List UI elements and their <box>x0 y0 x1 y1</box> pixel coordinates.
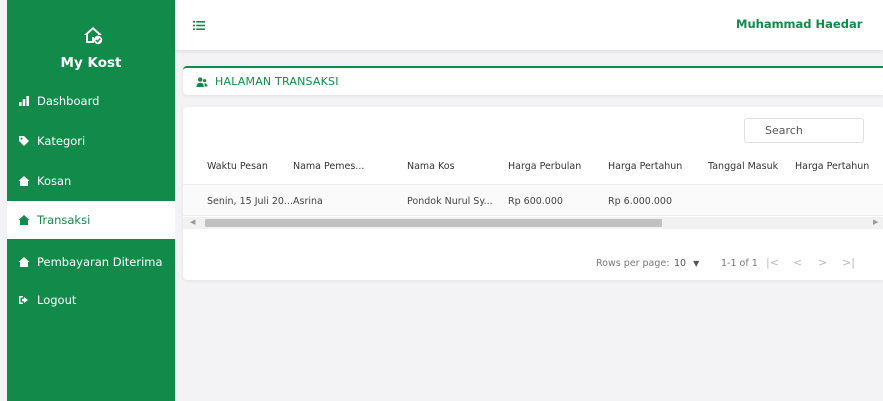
column-header-waktu-pesan[interactable]: Waktu Pesan <box>207 161 268 172</box>
pagination-range: 1-1 of 1 <box>721 258 758 269</box>
column-header-tanggal-masuk[interactable]: Tanggal Masuk <box>708 161 778 172</box>
table-cell: Pondok Nurul Sy... <box>407 196 493 207</box>
last-page-button[interactable]: >| <box>842 256 855 269</box>
scroll-right-arrow-icon[interactable]: ▶ <box>873 218 878 226</box>
bar-chart-icon <box>19 96 29 106</box>
list-icon[interactable] <box>193 20 205 31</box>
tag-icon <box>19 136 29 146</box>
column-header-harga-pertahun[interactable]: Harga Pertahun <box>608 161 682 172</box>
rows-per-page-select[interactable]: 10 ▼ <box>674 258 699 269</box>
table-cell: Rp 600.000 <box>508 196 563 207</box>
column-header-harga-perbulan[interactable]: Harga Perbulan <box>508 161 581 172</box>
rows-per-page-label: Rows per page: <box>596 258 670 269</box>
scrollbar-thumb[interactable] <box>205 219 662 227</box>
sidebar-item-label: Dashboard <box>37 94 100 108</box>
column-header-nama-kos[interactable]: Nama Kos <box>407 161 455 172</box>
house-icon <box>18 215 30 225</box>
home-check-icon <box>84 27 103 45</box>
scroll-left-arrow-icon[interactable]: ◀ <box>190 218 195 226</box>
sidebar-item-label: Kategori <box>37 134 86 148</box>
sidebar-item-kategori[interactable]: Kategori <box>7 122 175 160</box>
rows-per-page-value: 10 <box>674 258 687 269</box>
sidebar-item-logout[interactable]: Logout <box>7 281 175 319</box>
sidebar-item-kosan[interactable]: Kosan <box>7 162 175 200</box>
search-input[interactable] <box>744 118 864 143</box>
user-name[interactable]: Muhammad Haedar <box>736 17 862 31</box>
table-cell: Asrina <box>293 196 323 207</box>
sidebar-item-pembayaran-diterima[interactable]: Pembayaran Diterima <box>7 243 175 281</box>
table-cell: Rp 6.000.000 <box>608 196 672 207</box>
next-page-button[interactable]: > <box>818 256 827 269</box>
column-header-nama-pemesan[interactable]: Nama Pemes... <box>293 161 364 172</box>
page-title: HALAMAN TRANSAKSI <box>215 75 339 88</box>
sidebar-item-label: Kosan <box>37 174 72 188</box>
sidebar: My Kost Dashboard Kategori Kosan Transak… <box>7 0 175 401</box>
sidebar-item-label: Logout <box>37 293 77 307</box>
sidebar-item-dashboard[interactable]: Dashboard <box>7 82 175 120</box>
table-cell: Senin, 15 Juli 20... <box>207 196 293 207</box>
chevron-down-icon: ▼ <box>693 259 700 268</box>
house-icon <box>18 257 30 267</box>
topbar: Muhammad Haedar <box>175 0 883 50</box>
users-icon <box>196 76 208 87</box>
page-header: HALAMAN TRANSAKSI <box>183 66 883 95</box>
sidebar-item-label: Transaksi <box>37 213 91 227</box>
brand-title: My Kost <box>60 55 122 71</box>
sidebar-item-label: Pembayaran Diterima <box>37 255 163 269</box>
sign-out-icon <box>19 296 28 304</box>
column-header-harga-pertahun-2[interactable]: Harga Pertahun <box>795 161 869 172</box>
first-page-button[interactable]: |< <box>766 256 779 269</box>
prev-page-button[interactable]: < <box>793 256 802 269</box>
house-icon <box>18 176 30 186</box>
sidebar-item-transaksi[interactable]: Transaksi <box>7 201 175 239</box>
data-table-card: Waktu Pesan Nama Pemes... Nama Kos Harga… <box>183 107 883 280</box>
horizontal-scrollbar[interactable]: ◀ ▶ <box>183 217 883 229</box>
